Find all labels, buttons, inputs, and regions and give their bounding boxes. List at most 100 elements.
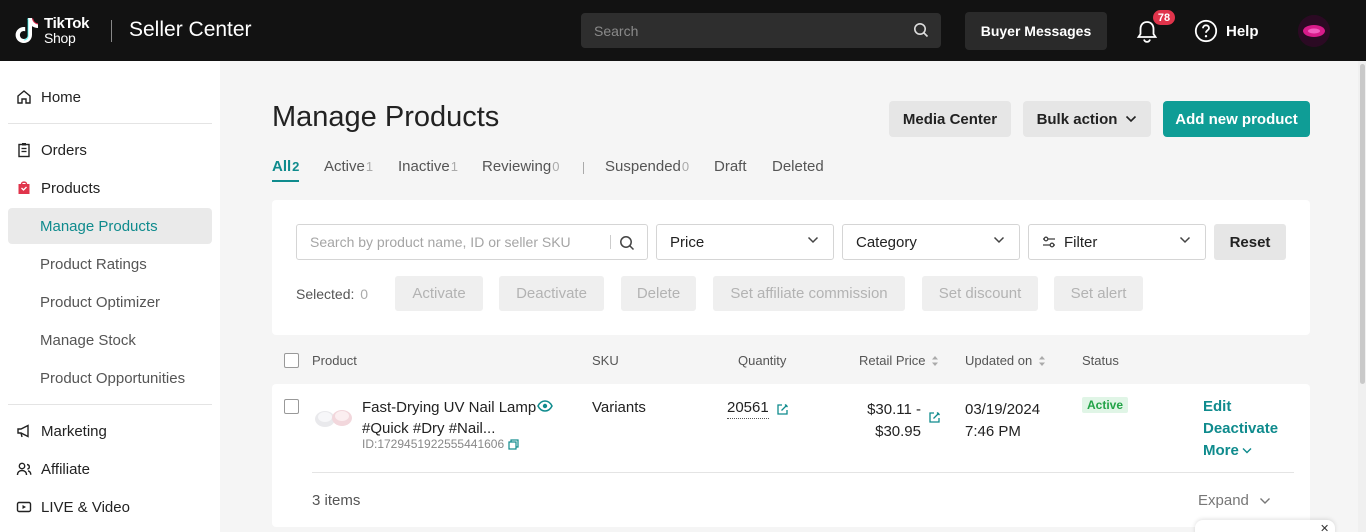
row-divider: [312, 472, 1294, 473]
category-select[interactable]: Category: [842, 224, 1020, 260]
product-thumbnail[interactable]: [312, 402, 356, 432]
more-link[interactable]: More: [1203, 442, 1252, 459]
copy-icon[interactable]: [508, 438, 519, 450]
expand-button[interactable]: Expand: [1198, 492, 1271, 509]
tab-active-underline: [272, 180, 299, 182]
tab-separator: [583, 162, 584, 174]
price-cell: $30.11 - $30.95: [862, 399, 921, 443]
sort-icon[interactable]: [1038, 355, 1046, 367]
tiktok-shop-logo[interactable]: TikTok Shop: [14, 14, 89, 48]
sort-icon[interactable]: [931, 355, 939, 367]
logo-text: TikTok Shop: [44, 16, 89, 45]
filter-panel: Search by product name, ID or seller SKU…: [272, 200, 1310, 335]
sidebar-item-marketing[interactable]: Marketing: [8, 413, 212, 449]
eye-icon[interactable]: [537, 400, 553, 412]
page-title: Manage Products: [272, 101, 500, 133]
tab-reviewing[interactable]: Reviewing0: [482, 158, 559, 175]
sidebar-item-manage-stock[interactable]: Manage Stock: [8, 322, 212, 358]
close-icon[interactable]: ✕: [1320, 522, 1329, 532]
tab-suspended[interactable]: Suspended0: [605, 158, 689, 175]
help-button[interactable]: Help: [1194, 19, 1259, 43]
edit-icon[interactable]: [776, 403, 789, 416]
edit-icon[interactable]: [928, 411, 941, 424]
tab-label: Suspended: [605, 158, 681, 175]
search-icon[interactable]: [619, 235, 635, 251]
tab-label: Active: [324, 158, 365, 175]
sidebar-item-products[interactable]: Products: [8, 170, 212, 206]
product-name[interactable]: Fast-Drying UV Nail Lamp #Quick #Dry #Na…: [362, 397, 542, 439]
floating-panel[interactable]: [1195, 520, 1335, 532]
selected-label: Selected:: [296, 286, 355, 302]
column-retail-price[interactable]: Retail Price: [859, 353, 939, 368]
top-search-placeholder: Search: [594, 23, 639, 39]
sidebar-divider: [8, 123, 212, 124]
buyer-messages-button[interactable]: Buyer Messages: [965, 12, 1107, 50]
product-id: ID:1729451922555441606: [362, 437, 519, 451]
more-label: More: [1203, 442, 1239, 459]
reset-button[interactable]: Reset: [1214, 224, 1286, 260]
sidebar-label-orders: Orders: [41, 141, 87, 159]
sliders-icon: [1043, 236, 1055, 248]
sidebar-label-affiliate: Affiliate: [41, 460, 90, 478]
updated-on-cell: 03/19/2024 7:46 PM: [965, 399, 1040, 443]
avatar[interactable]: [1298, 15, 1330, 47]
tab-deleted[interactable]: Deleted: [772, 158, 824, 175]
sidebar-item-product-opportunities[interactable]: Product Opportunities: [8, 360, 212, 396]
delete-button[interactable]: Delete: [621, 276, 696, 311]
set-discount-button[interactable]: Set discount: [922, 276, 1038, 311]
price-select[interactable]: Price: [656, 224, 834, 260]
row-checkbox[interactable]: [284, 399, 299, 414]
tab-count: 1: [450, 159, 458, 174]
quantity-value[interactable]: 20561: [727, 399, 769, 419]
table-header: Product SKU Quantity Retail Price Update…: [272, 345, 1310, 375]
sidebar-item-manage-products[interactable]: Manage Products: [8, 208, 212, 244]
price-line1: $30.11 -: [867, 401, 921, 418]
sidebar-label-manage-stock: Manage Stock: [40, 331, 136, 349]
tab-count: 0: [681, 159, 690, 174]
filter-select[interactable]: Filter: [1028, 224, 1206, 260]
chevron-down-icon: [807, 236, 819, 244]
bulk-action-button[interactable]: Bulk action: [1023, 101, 1151, 137]
scrollbar-thumb[interactable]: [1360, 64, 1365, 384]
sidebar-item-product-optimizer[interactable]: Product Optimizer: [8, 284, 212, 320]
search-icon[interactable]: [913, 22, 929, 38]
sidebar-item-orders[interactable]: Orders: [8, 132, 212, 168]
activate-button[interactable]: Activate: [395, 276, 483, 311]
sidebar-item-home[interactable]: Home: [8, 79, 212, 115]
deactivate-label: Deactivate: [516, 285, 587, 302]
avatar-image: [1298, 15, 1330, 47]
tab-draft[interactable]: Draft: [714, 158, 747, 175]
set-affiliate-commission-button[interactable]: Set affiliate commission: [713, 276, 905, 311]
sidebar-divider: [8, 404, 212, 405]
tab-count: 0: [552, 159, 560, 174]
product-search-input[interactable]: Search by product name, ID or seller SKU: [296, 224, 648, 260]
tab-label: Inactive: [398, 158, 450, 175]
deactivate-link[interactable]: Deactivate: [1203, 420, 1278, 437]
media-center-button[interactable]: Media Center: [889, 101, 1011, 137]
column-label: Status: [1082, 353, 1119, 368]
tab-label: Draft: [714, 158, 747, 175]
status-badge: Active: [1082, 397, 1129, 413]
add-new-product-button[interactable]: Add new product: [1163, 101, 1310, 137]
tab-active[interactable]: Active1: [324, 158, 373, 175]
tab-count: 1: [365, 159, 374, 174]
tab-inactive[interactable]: Inactive1: [398, 158, 458, 175]
column-label: Updated on: [965, 353, 1033, 368]
tab-count: 2: [292, 159, 300, 174]
table-row: Fast-Drying UV Nail Lamp #Quick #Dry #Na…: [272, 384, 1310, 527]
set-alert-button[interactable]: Set alert: [1054, 276, 1143, 311]
top-search-input[interactable]: Search: [581, 13, 941, 48]
deactivate-button[interactable]: Deactivate: [499, 276, 604, 311]
edit-link[interactable]: Edit: [1203, 398, 1231, 415]
select-all-checkbox[interactable]: [284, 353, 299, 368]
people-icon: [16, 462, 32, 476]
sidebar-item-product-ratings[interactable]: Product Ratings: [8, 246, 212, 282]
column-updated-on[interactable]: Updated on: [965, 353, 1046, 368]
video-icon: [16, 501, 32, 513]
category-select-label: Category: [856, 233, 917, 251]
sidebar-item-affiliate[interactable]: Affiliate: [8, 451, 212, 487]
home-icon: [17, 90, 31, 104]
column-status: Status: [1082, 353, 1119, 368]
tab-all[interactable]: All2: [272, 158, 299, 175]
sidebar-item-live-video[interactable]: LIVE & Video: [8, 489, 212, 525]
